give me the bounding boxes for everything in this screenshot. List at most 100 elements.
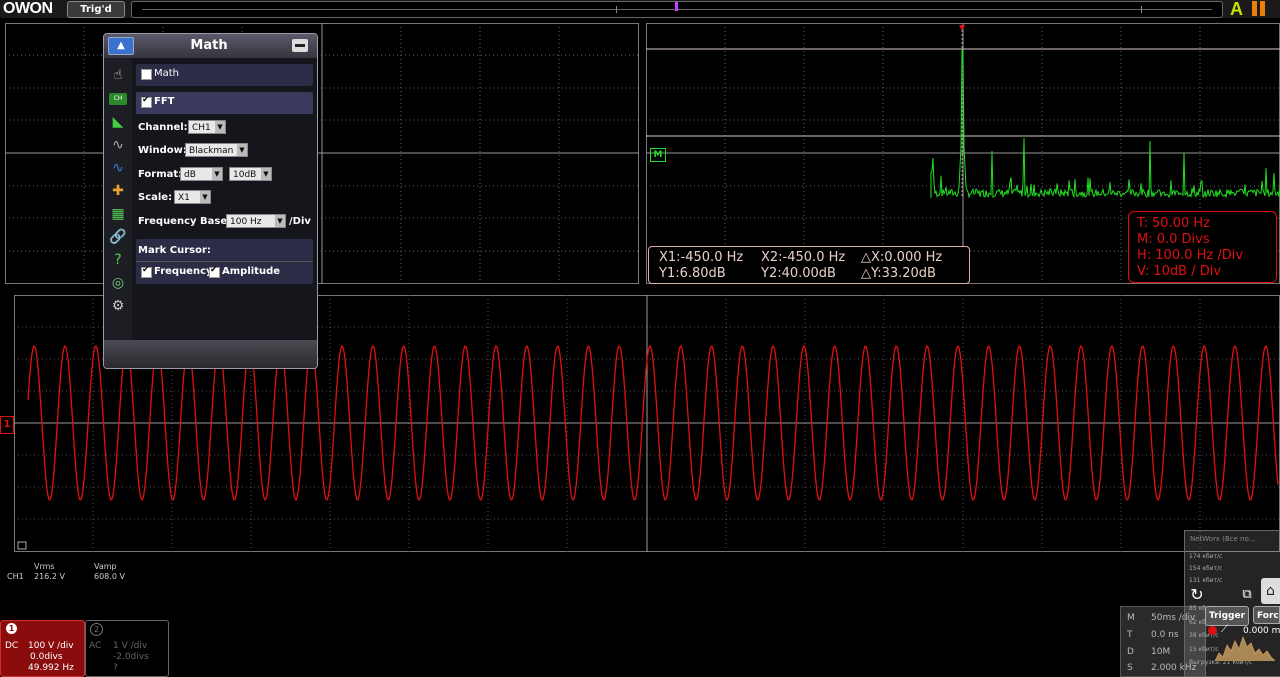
frequency-base-label: Frequency Base: [138, 216, 232, 227]
networx-title: NetWorx (Все по... [1190, 535, 1256, 543]
cursor-y1: Y1:6.80dB [659, 266, 726, 281]
chevron-down-icon: ▼ [261, 168, 271, 180]
ch2-number-badge: 2 [90, 623, 103, 636]
trigger-slope-icon[interactable]: ◣ [108, 113, 128, 131]
waveform-icon[interactable]: ∿ [108, 136, 128, 154]
fft-label: FFT [154, 96, 175, 107]
ch2-frequency: ? [113, 663, 118, 673]
vamp-value: 608.0 V [94, 572, 125, 581]
window-value: Blackman [189, 146, 234, 156]
fft-v-scale: V: 10dB / Div [1137, 264, 1222, 279]
format-value: dB [184, 170, 196, 180]
math-checkbox[interactable] [141, 69, 152, 80]
scale-label: Scale: [138, 192, 173, 203]
math-dialog-titlebar: ▲ Math [104, 34, 317, 58]
channel-value: CH1 [192, 123, 211, 133]
window-select[interactable]: Blackman ▼ [185, 143, 248, 157]
vrms-header: Vrms [34, 562, 55, 571]
ch2-info-box[interactable]: 2 AC 1 V /div -2.0divs ? [85, 620, 169, 677]
math-label: Math [154, 68, 180, 79]
format-select[interactable]: dB ▼ [180, 167, 223, 181]
timebase-d-value: 10M [1151, 647, 1171, 657]
trigger-status-badge: Trig'd [67, 1, 125, 18]
cursor-x2: X2:-450.0 Hz [761, 250, 846, 265]
math-dialog-footer [104, 340, 317, 368]
home-icon[interactable]: ▲ [108, 37, 134, 55]
upper-left-grid [5, 23, 639, 284]
fft-time-base: T: 50.00 Hz [1137, 216, 1210, 231]
ch1-frequency: 49.992 Hz [28, 663, 74, 673]
fft-h-scale: H: 100.0 Hz /Div [1137, 248, 1244, 263]
home-button-icon[interactable]: ⌂ [1261, 578, 1280, 604]
frequency-base-select[interactable]: 100 Hz ▼ [226, 214, 286, 228]
fft-checkbox[interactable] [141, 95, 152, 108]
trigger-edge-icon: ⟋ [1221, 624, 1228, 635]
minimize-button[interactable] [292, 39, 308, 52]
fft-position: M: 0.0 Divs [1137, 232, 1210, 247]
ch2-volts-div: 1 V /div [113, 641, 148, 651]
divider [136, 261, 313, 262]
run-stop-icon[interactable] [1252, 1, 1266, 16]
timebase-d-label: D [1127, 647, 1134, 657]
timebase-position-bar[interactable] [131, 1, 1223, 18]
fft-section-header: FFT [136, 92, 313, 114]
amplitude-checkbox[interactable] [209, 265, 220, 278]
trigger-position-marker [675, 2, 678, 11]
help-icon[interactable]: ? [108, 251, 128, 269]
frequency-base-value: 100 Hz [230, 217, 262, 227]
channel-select[interactable]: CH1 ▼ [188, 120, 226, 134]
hand-touch-icon[interactable]: ☝ [108, 66, 128, 84]
chevron-down-icon: ▼ [212, 168, 222, 180]
cursor-icon[interactable]: ✚ [108, 182, 128, 200]
frequency-label: Frequency [154, 266, 213, 277]
frequency-checkbox[interactable] [141, 265, 152, 278]
cursor-readout-box: X1:-450.0 Hz X2:-450.0 Hz △X:0.000 Hz Y1… [648, 246, 970, 284]
networx-row: 174 кбит/с [1189, 553, 1223, 560]
window-icon[interactable]: ⧉ [1238, 586, 1256, 604]
vrms-value: 216.2 V [34, 572, 65, 581]
mark-cursor-label: Mark Cursor: [138, 245, 211, 256]
amplitude-label: Amplitude [222, 266, 281, 277]
timebase-m-label: M [1127, 613, 1135, 623]
ch1-info-box[interactable]: 1 DC 100 V /div 0.0divs 49.992 Hz [0, 620, 85, 677]
timebase-s-label: S [1127, 663, 1133, 673]
ch1-volts-div: 100 V /div [28, 641, 74, 651]
scale-select[interactable]: X1 ▼ [174, 190, 211, 204]
settings-gear-icon[interactable]: ⚙ [108, 297, 128, 315]
cursor-y2: Y2:40.00dB [761, 266, 836, 281]
format-scale-select[interactable]: 10dB ▼ [229, 167, 272, 181]
force-button[interactable]: Force [1253, 606, 1280, 624]
chevron-down-icon: ▼ [200, 191, 210, 203]
trigger-button[interactable]: Trigger [1205, 606, 1249, 626]
vamp-header: Vamp [94, 562, 117, 571]
networx-row: 154 кбит/с [1189, 565, 1223, 572]
cursor-dx: △X:0.000 Hz [861, 250, 943, 265]
measure-grid-icon[interactable]: ▦ [108, 205, 128, 223]
timebase-t-label: T [1127, 630, 1133, 640]
auto-icon[interactable]: A [1230, 0, 1243, 18]
fft-info-box: T: 50.00 Hz M: 0.0 Divs H: 100.0 Hz /Div… [1128, 211, 1277, 283]
format-label: Format: [138, 169, 183, 180]
ch1-marker[interactable]: 1 [0, 416, 14, 434]
timeline-tick [1141, 6, 1142, 13]
channel-label: Channel: [138, 122, 188, 133]
timeline-tick [616, 6, 617, 13]
window-label: Window: [138, 145, 187, 156]
ch1-number-badge: 1 [6, 623, 17, 634]
cursor-x1: X1:-450.0 Hz [659, 250, 744, 265]
cursor-dy: △Y:33.20dB [861, 266, 936, 281]
link-icon[interactable]: 🔗 [108, 228, 128, 246]
math-wave-icon[interactable]: ∿ [108, 159, 128, 177]
trigger-level: 0.000 mV [1243, 626, 1280, 636]
mark-cursor-section: Mark Cursor: Frequency Amplitude [136, 239, 313, 284]
channel-icon[interactable]: CH [109, 93, 127, 105]
record-icon[interactable]: ◎ [108, 274, 128, 292]
networx-row: 131 кбит/с [1189, 577, 1223, 584]
math-dialog: ▲ Math ☝ CH ◣ ∿ ∿ ✚ ▦ 🔗 ? ◎ ⚙ Math FFT C… [103, 33, 318, 369]
math-channel-marker[interactable]: M [650, 148, 666, 162]
fft-settings-body: Channel: CH1 ▼ Window: Blackman ▼ Format: … [136, 114, 313, 234]
refresh-icon[interactable]: ↻ [1188, 586, 1206, 604]
measure-channel: CH1 [7, 572, 24, 581]
ch1-coupling: DC [5, 641, 19, 651]
owon-logo: OWON [3, 0, 53, 17]
